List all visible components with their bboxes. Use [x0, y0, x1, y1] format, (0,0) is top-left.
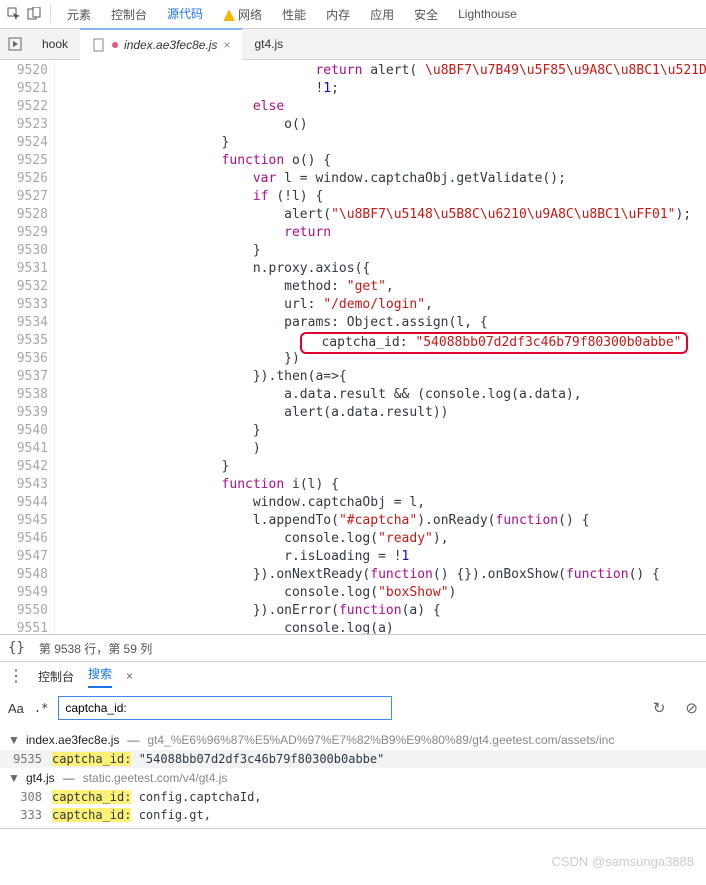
pretty-print-icon[interactable]: {}	[8, 640, 25, 656]
devtools-panel-tabs: 元素 控制台 源代码 网络 性能 内存 应用 安全 Lighthouse	[0, 0, 706, 29]
warning-icon	[223, 9, 235, 21]
tab-lighthouse[interactable]: Lighthouse	[450, 1, 525, 27]
run-snippet-icon[interactable]	[0, 37, 30, 51]
drawer-tab-console[interactable]: 控制台	[38, 668, 74, 685]
file-tab-index[interactable]: index.ae3fec8e.js ×	[80, 28, 242, 60]
search-results: ▼index.ae3fec8e.js — gt4_%E6%96%87%E5%AD…	[0, 726, 706, 828]
tab-performance[interactable]: 性能	[274, 0, 314, 29]
tab-console[interactable]: 控制台	[103, 0, 155, 29]
watermark: CSDN @samsunga3888	[551, 854, 694, 869]
tab-memory[interactable]: 内存	[318, 0, 358, 29]
code-editor[interactable]: 9520952195229523952495259526952795289529…	[0, 60, 706, 635]
close-icon[interactable]: ×	[223, 38, 230, 52]
js-file-icon	[92, 38, 106, 52]
code-content[interactable]: return alert( \u8BF7\u7B49\u5F85\u9A8C\u…	[55, 60, 706, 634]
tab-application[interactable]: 应用	[362, 0, 402, 29]
search-input[interactable]	[58, 696, 392, 720]
tab-elements[interactable]: 元素	[59, 0, 99, 29]
result-line[interactable]: 308captcha_id: config.captchaId,	[0, 788, 706, 806]
match-case-toggle[interactable]: Aa	[8, 701, 24, 716]
modified-dot-icon	[112, 42, 118, 48]
tab-sources[interactable]: 源代码	[159, 0, 211, 30]
tab-network[interactable]: 网络	[215, 0, 270, 29]
search-controls: Aa .* ↻ ⊘	[0, 690, 706, 726]
drawer-tabs: ⋮ 控制台 搜索 ×	[0, 662, 706, 690]
result-line[interactable]: 9535captcha_id: "54088bb07d2df3c46b79f80…	[0, 750, 706, 768]
refresh-icon[interactable]: ↻	[653, 699, 666, 717]
result-line[interactable]: 333captcha_id: config.gt,	[0, 806, 706, 824]
drawer-tab-search[interactable]: 搜索	[88, 665, 112, 688]
inspect-icon[interactable]	[6, 6, 22, 22]
regex-toggle[interactable]: .*	[34, 701, 48, 715]
editor-status-bar: {} 第 9538 行，第 59 列	[0, 635, 706, 662]
close-icon[interactable]: ×	[126, 669, 133, 683]
cursor-position: 第 9538 行，第 59 列	[39, 640, 152, 657]
result-file[interactable]: ▼index.ae3fec8e.js — gt4_%E6%96%87%E5%AD…	[0, 730, 706, 750]
search-drawer: ⋮ 控制台 搜索 × Aa .* ↻ ⊘ ▼index.ae3fec8e.js …	[0, 662, 706, 829]
tab-security[interactable]: 安全	[406, 0, 446, 29]
line-gutter: 9520952195229523952495259526952795289529…	[0, 60, 55, 634]
more-icon[interactable]: ⋮	[8, 666, 24, 686]
file-tab-gt4[interactable]: gt4.js	[242, 29, 295, 59]
file-tab-hook[interactable]: hook	[30, 29, 80, 59]
device-toggle-icon[interactable]	[26, 6, 42, 22]
source-file-tabs: hook index.ae3fec8e.js × gt4.js	[0, 29, 706, 60]
result-file[interactable]: ▼gt4.js — static.geetest.com/v4/gt4.js	[0, 768, 706, 788]
clear-icon[interactable]: ⊘	[685, 699, 698, 717]
